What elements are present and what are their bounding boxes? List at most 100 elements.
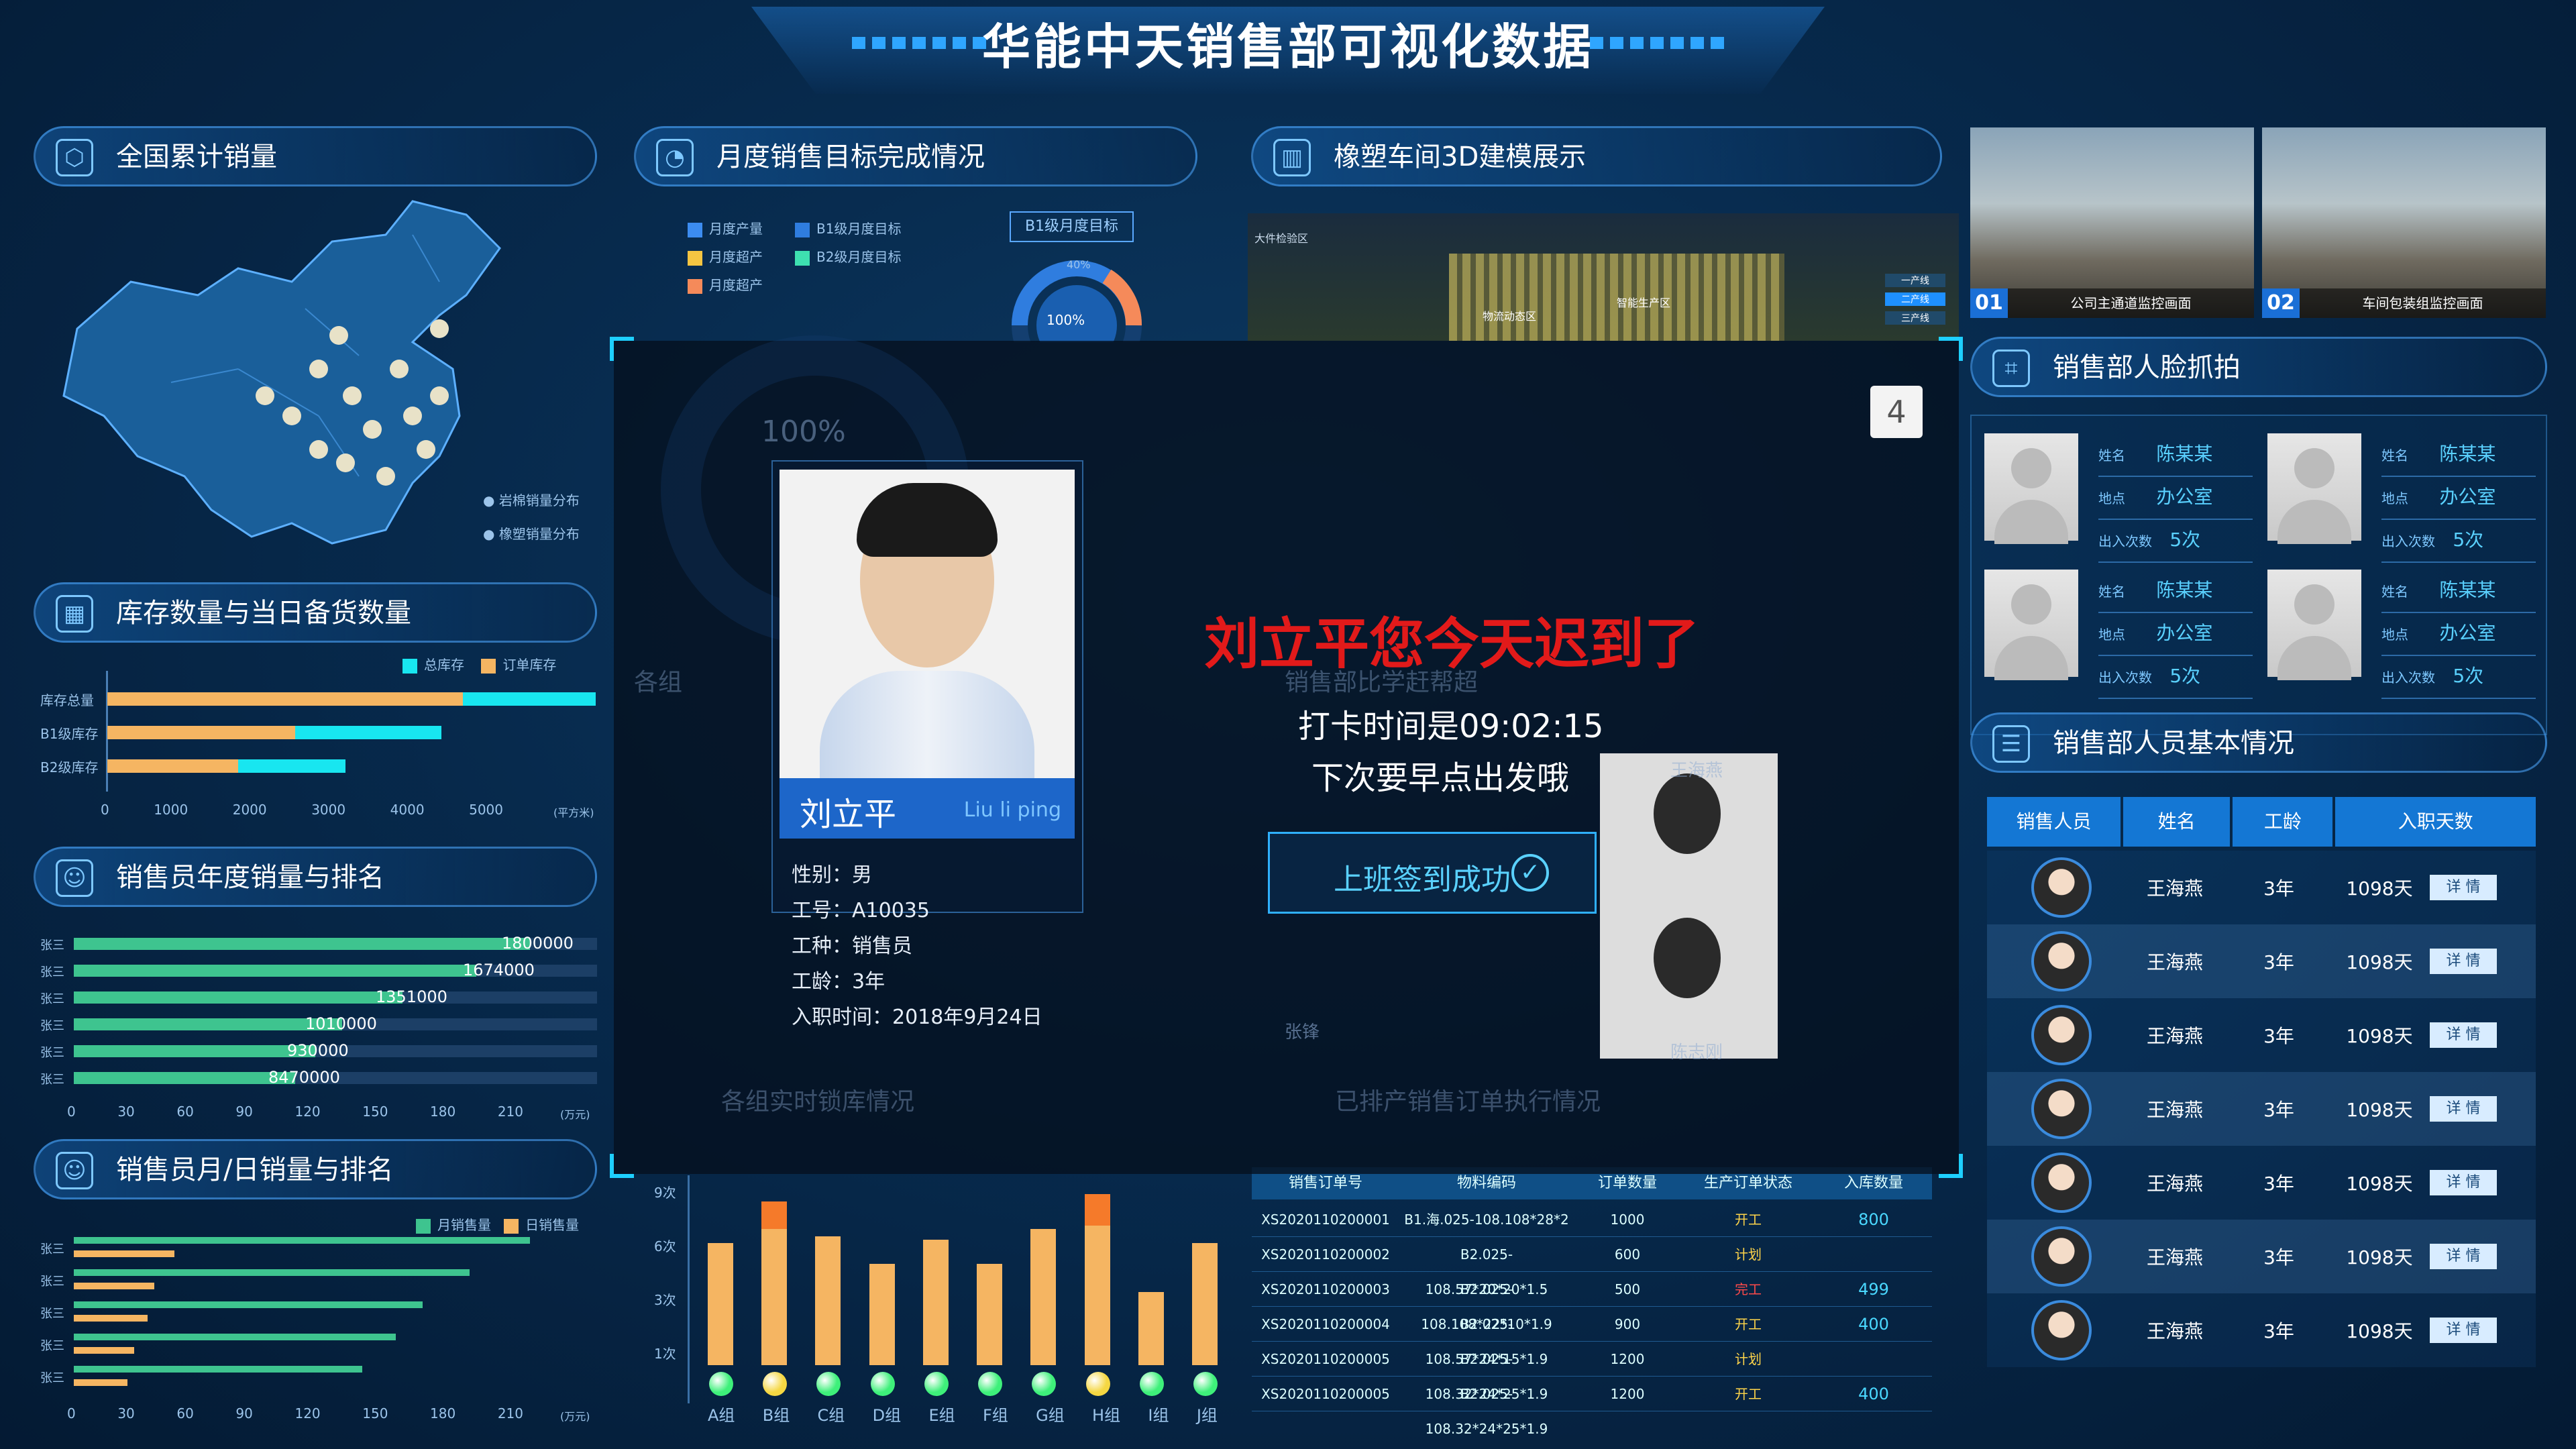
order-code: B2.025-108.108*22*10*1.9 <box>1421 1281 1552 1332</box>
employee-pinyin: Liu li ping <box>963 798 1061 822</box>
face-card[interactable]: 姓名 陈某某 地点 办公室 出入次数 5次 <box>1984 567 2253 699</box>
tick-label: 180 <box>430 1405 456 1421</box>
camera-label: 公司主通道监控画面 <box>2008 288 2254 318</box>
details-button[interactable]: 详 情 <box>2430 1318 2497 1343</box>
rep-name: 张三 <box>40 1371 64 1385</box>
line-tag[interactable]: 二产线 <box>1885 292 1945 306</box>
rep-name: 张三 <box>40 1339 64 1353</box>
monthly-legend-left: 月度产量 月度超产 月度超产 <box>688 215 763 299</box>
bar-fill <box>74 938 530 950</box>
tick-label: 90 <box>235 1104 253 1120</box>
section-header-monthly-target: ◔ 月度销售目标完成情况 <box>634 126 1197 186</box>
study-second-name: 王海燕 <box>1670 761 1723 781</box>
face-card[interactable]: 姓名 陈某某 地点 办公室 出入次数 5次 <box>2267 567 2536 699</box>
legend-swatch <box>795 250 810 266</box>
cube-icon: ⬡ <box>56 139 93 176</box>
details-button[interactable]: 详 情 <box>2430 1244 2497 1269</box>
tick-label: 3000 <box>311 802 346 818</box>
annual-row: 张三 1674000 <box>40 959 604 986</box>
tick-label: 0 <box>67 1104 76 1120</box>
avatar <box>1987 1072 2121 1146</box>
camera-number: 01 <box>1970 288 2008 318</box>
face-card[interactable]: 姓名 陈某某 地点 办公室 出入次数 5次 <box>2267 431 2536 563</box>
staff-years: 3年 <box>2263 1099 2294 1121</box>
face-row: 出入次数 5次 <box>2381 520 2536 563</box>
staff-name: 王海燕 <box>2146 1173 2203 1195</box>
annual-rank-chart: 张三 1800000 张三 1674000 张三 1351000 张三 1010000 … <box>40 932 604 1093</box>
section-title: 销售员年度销量与排名 <box>116 862 384 893</box>
bar-b2-order <box>107 759 238 773</box>
table-row: XS2020110200005 B2.025-108.32*24*25*1.9 12… <box>1252 1377 1932 1437</box>
tick-label: 1000 <box>154 802 189 818</box>
staff-avatar <box>2031 1079 2092 1139</box>
order-status: 开工 <box>1735 1212 1762 1228</box>
checkin-success-button[interactable]: 上班签到成功 ✓ <box>1268 832 1597 914</box>
field-key: 姓名 <box>2098 447 2125 464</box>
face-row: 出入次数 5次 <box>2381 656 2536 699</box>
face-row: 姓名 陈某某 <box>2381 570 2536 613</box>
tick-label: H组 <box>1092 1406 1121 1425</box>
staff-days: 1098天 <box>2346 1246 2413 1269</box>
annual-x-axis: 0 30 60 90 120 150 180 210 <box>67 1104 577 1120</box>
order-in: 400 <box>1858 1315 1889 1334</box>
bar-fill <box>74 991 402 1004</box>
legend-item: 月度产量 <box>688 215 763 243</box>
tick-label: 30 <box>117 1405 135 1421</box>
employee-id: 工号：A10035 <box>792 899 930 922</box>
column-header: 销售人员 <box>1987 797 2121 847</box>
axis-unit: (万元) <box>560 1108 590 1121</box>
bar-fill <box>74 1072 295 1084</box>
camera-feed-2[interactable]: 02 车间包装组监控画面 <box>2262 127 2546 318</box>
order-code: B2.025-108.32*24*25*1.9 <box>1425 1386 1548 1437</box>
details-button[interactable]: 详 情 <box>2430 875 2497 900</box>
status-dot <box>870 1372 895 1396</box>
bar-monthly <box>74 1366 362 1373</box>
table-row: 王海燕 3年 1098天详 情 <box>1987 851 2536 924</box>
order-in: 499 <box>1858 1280 1889 1299</box>
face-photo <box>2267 433 2361 544</box>
staff-years: 3年 <box>2263 1173 2294 1195</box>
line-tag[interactable]: 一产线 <box>1885 274 1945 287</box>
tick-label: 90 <box>235 1405 253 1421</box>
line-tag[interactable]: 三产线 <box>1885 311 1945 325</box>
person-head <box>1654 918 1721 998</box>
rep-name: 张三 <box>40 1275 64 1289</box>
order-in: 800 <box>1858 1210 1889 1229</box>
details-button[interactable]: 详 情 <box>2430 1170 2497 1195</box>
section-header-face-capture: ⌗ 销售部人脸抓拍 <box>1970 337 2547 397</box>
bar-b1-stock <box>295 726 441 739</box>
small-gauge-pct: 100% <box>1046 312 1085 328</box>
checkin-time: 打卡时间是09:02:15 <box>1298 708 1604 745</box>
lock-bar <box>708 1243 733 1365</box>
tick-label: 150 <box>362 1405 388 1421</box>
rep-name: 张三 <box>40 965 64 979</box>
lock-bar-overlimit <box>761 1201 788 1230</box>
camera-feed-1[interactable]: 01 公司主通道监控画面 <box>1970 127 2254 318</box>
person-shirt <box>820 671 1034 778</box>
staff-years: 3年 <box>2263 1246 2294 1269</box>
workshop-3d-view[interactable]: 大件检验区 物流动态区 智能生产区 一产线 二产线 三产线 <box>1248 213 1959 341</box>
workshop-label: 物流动态区 <box>1483 310 1537 323</box>
gauge-label: 40% <box>1067 258 1091 271</box>
face-info: 姓名 陈某某 地点 办公室 出入次数 5次 <box>2381 434 2536 563</box>
rep-name: 张三 <box>40 992 64 1006</box>
inventory-cat-label: B2级库存 <box>40 759 99 775</box>
rep-name: 张三 <box>40 1307 64 1321</box>
section-title: 橡塑车间3D建模展示 <box>1334 142 1587 172</box>
face-row: 姓名 陈某某 <box>2381 434 2536 477</box>
field-value: 5次 <box>2169 665 2201 687</box>
details-button[interactable]: 详 情 <box>2430 1022 2497 1048</box>
face-card[interactable]: 姓名 陈某某 地点 办公室 出入次数 5次 <box>1984 431 2253 563</box>
details-button[interactable]: 详 情 <box>2430 949 2497 974</box>
section-title: 销售部人员基本情况 <box>2053 728 2294 759</box>
order-id: XS2020110200003 <box>1261 1281 1390 1297</box>
table-row: XS2020110200004 B2.025-108.57*24*15*1.9 90… <box>1252 1307 1932 1367</box>
table-row: 王海燕 3年 1098天详 情 <box>1987 924 2536 998</box>
field-key: 地点 <box>2381 627 2408 643</box>
staff-days: 1098天 <box>2346 1173 2413 1195</box>
staff-name: 王海燕 <box>2146 877 2203 900</box>
status-dot <box>816 1372 841 1396</box>
rep-name: 张三 <box>40 1046 64 1060</box>
details-button[interactable]: 详 情 <box>2430 1096 2497 1122</box>
staff-avatar <box>2031 857 2092 918</box>
